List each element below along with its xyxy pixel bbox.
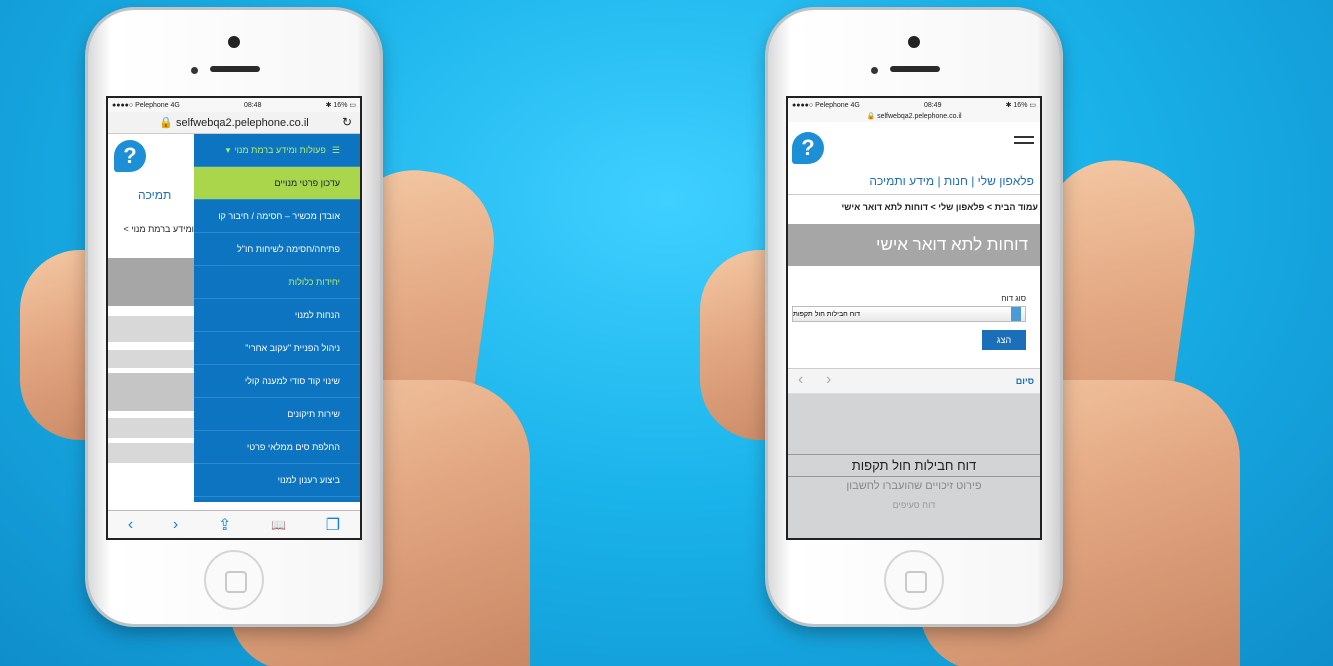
picker-option-selected[interactable]: דוח חבילות חול תקפות [788, 458, 1040, 473]
page-title: דוחות לתא דואר אישי [788, 224, 1040, 266]
picker-wheel[interactable]: דוח חבילות חול תקפות פירוט זיכויים שהועב… [788, 394, 1040, 538]
tab-support[interactable]: תמיכה [138, 188, 171, 202]
battery-text: ✱ 16% ▭ [325, 102, 356, 109]
menu-item-discounts[interactable]: הנחות למנוי [194, 299, 360, 332]
home-button[interactable] [204, 550, 264, 610]
url-text: 🔒 selfwebqa2.pelephone.co.il [159, 117, 309, 129]
left-screen: ●●●●○ Pelephone 4G 08:48 ✱ 16% ▭ 🔒 selfw… [106, 96, 362, 540]
time-text: 08:48 [243, 101, 262, 109]
report-type-label: סוג דוח [1001, 294, 1026, 303]
hamburger-icon[interactable] [1014, 136, 1034, 144]
content-row [108, 418, 194, 438]
back-icon[interactable]: ‹ [128, 516, 133, 534]
left-phone: ●●●●○ Pelephone 4G 08:48 ✱ 16% ▭ 🔒 selfw… [88, 10, 380, 624]
camera [228, 36, 240, 48]
menu-header[interactable]: ☰ פעולות ומידע ברמת מנוי ▾ [194, 134, 360, 167]
menu-item-refresh[interactable]: ביצוע רענון למנוי [194, 464, 360, 497]
time-text: 08:49 [923, 101, 942, 109]
right-phone: ●●●●○ Pelephone 4G 08:49 ✱ 16% ▭ 🔒 selfw… [768, 10, 1060, 624]
menu-item-repairs[interactable]: שירות תיקונים [194, 398, 360, 431]
speaker [890, 66, 940, 72]
carrier-text: ●●●●○ Pelephone 4G [792, 101, 860, 109]
bookmarks-icon[interactable]: 📖 [271, 518, 286, 532]
sensor [871, 67, 878, 74]
menu-item-voicemail-code[interactable]: שינוי קוד סודי למענה קולי [194, 365, 360, 398]
picker-option[interactable]: דוח סעיפים [788, 500, 1040, 510]
sensor [191, 67, 198, 74]
menu-header-label: פעולות ומידע ברמת מנוי [234, 145, 326, 155]
menu-item-intl-calls[interactable]: פתיחה/חסימה לשיחות חו"ל [194, 233, 360, 266]
picker-done-button[interactable]: סיום [1016, 376, 1034, 386]
home-button[interactable] [884, 550, 944, 610]
content-row [108, 316, 194, 342]
menu-item-lost-device[interactable]: אובדן מכשיר – חסימה / חיבור קו [194, 200, 360, 233]
menu-item-included-units[interactable]: יחידות כלולות [194, 266, 360, 299]
picker-option[interactable]: פירוט זיכויים שהועברו לחשבון [788, 480, 1040, 492]
right-screen: ●●●●○ Pelephone 4G 08:49 ✱ 16% ▭ 🔒 selfw… [786, 96, 1042, 540]
share-icon[interactable]: ⇪ [218, 515, 231, 535]
speaker [210, 66, 260, 72]
content-row [108, 443, 194, 463]
breadcrumb: ומידע ברמת מנוי > [123, 224, 194, 234]
page-header-band [108, 258, 194, 306]
safari-toolbar: ‹ › ⇪ 📖 ❐ [108, 510, 360, 538]
carrier-text: ●●●●○ Pelephone 4G [112, 101, 180, 109]
pelephone-logo: ? [792, 132, 824, 164]
report-type-select[interactable]: דוח חבילות חול תקפות [792, 306, 1026, 322]
select-value: דוח חבילות חול תקפות [793, 310, 860, 318]
breadcrumb: עמוד הבית > פלאפון שלי > דוחות לתא דואר … [841, 202, 1038, 212]
address-bar[interactable]: 🔒 selfwebqa2.pelephone.co.il [788, 112, 1040, 122]
menu-item-update-details[interactable]: עדכון פרטי מנויים [194, 167, 360, 200]
forward-icon[interactable]: › [173, 516, 178, 534]
side-menu: ☰ פעולות ומידע ברמת מנוי ▾ עדכון פרטי מנ… [194, 134, 360, 502]
status-bar: ●●●●○ Pelephone 4G 08:49 ✱ 16% ▭ [788, 98, 1040, 112]
picker-next-icon[interactable]: › [826, 371, 831, 389]
address-bar[interactable]: 🔒 selfwebqa2.pelephone.co.il ↻ [108, 112, 360, 134]
menu-item-follow-me[interactable]: ניהול הפניית "עקוב אחרי" [194, 332, 360, 365]
list-icon: ☰ [331, 144, 340, 155]
status-bar: ●●●●○ Pelephone 4G 08:48 ✱ 16% ▭ [108, 98, 360, 112]
top-nav[interactable]: פלאפון שלי | חנות | מידע ותמיכה [869, 174, 1034, 188]
picker-prev-icon[interactable]: ‹ [798, 371, 803, 389]
content-row [108, 350, 194, 368]
picker-toolbar: ‹ › סיום [788, 368, 1040, 394]
pelephone-logo: ? [114, 140, 146, 172]
battery-text: ✱ 16% ▭ [1005, 102, 1036, 109]
menu-item-sim-swap[interactable]: החלפת סים ממלאי פרטי [194, 431, 360, 464]
select-dropdown-icon [1011, 307, 1021, 321]
tabs-icon[interactable]: ❐ [326, 515, 340, 535]
show-button[interactable]: הצג [982, 330, 1026, 350]
chevron-down-icon: ▾ [225, 144, 231, 155]
camera [908, 36, 920, 48]
content-row [108, 373, 194, 411]
reload-icon[interactable]: ↻ [342, 115, 352, 129]
